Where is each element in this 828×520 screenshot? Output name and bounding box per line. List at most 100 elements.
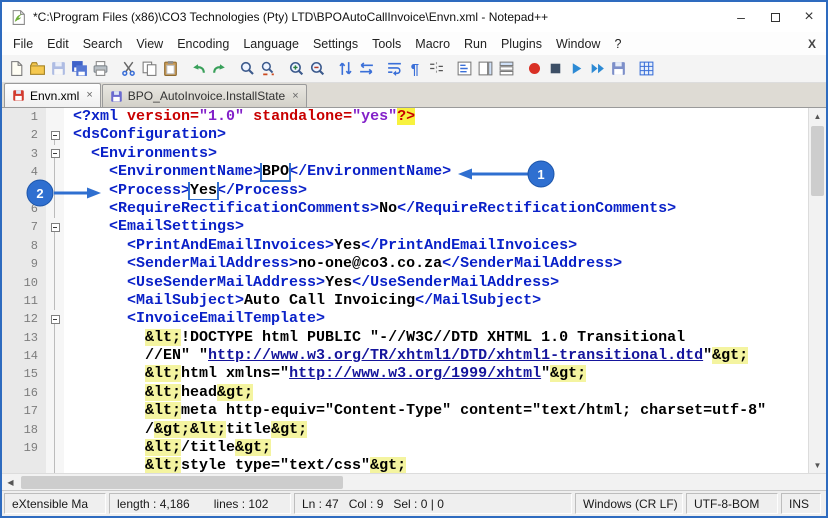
document-map-icon[interactable] bbox=[475, 58, 496, 79]
code-line[interactable]: 16 &lt;head&gt; bbox=[2, 384, 808, 402]
maximize-icon bbox=[771, 13, 780, 22]
fold-collapse-icon[interactable] bbox=[51, 315, 60, 324]
code-line[interactable]: 17 &lt;meta http-equiv="Content-Type" co… bbox=[2, 402, 808, 420]
menu-tools[interactable]: Tools bbox=[365, 34, 408, 54]
zoom-out-icon[interactable] bbox=[307, 58, 328, 79]
horizontal-scrollbar[interactable]: ◀ bbox=[2, 474, 809, 490]
save-macro-icon[interactable] bbox=[608, 58, 629, 79]
code-line[interactable]: 9 <SenderMailAddress>no-one@co3.co.za</S… bbox=[2, 255, 808, 273]
code-line[interactable]: 3 <Environments> bbox=[2, 145, 808, 163]
run-macro-multiple-icon[interactable] bbox=[587, 58, 608, 79]
zoom-in-icon[interactable] bbox=[286, 58, 307, 79]
menu-language[interactable]: Language bbox=[236, 34, 306, 54]
fold-line bbox=[54, 163, 55, 181]
code-line[interactable]: 2<dsConfiguration> bbox=[2, 126, 808, 144]
menu-help[interactable]: ? bbox=[607, 34, 628, 54]
document-list-icon[interactable] bbox=[496, 58, 517, 79]
print-icon[interactable] bbox=[90, 58, 111, 79]
code-line[interactable]: 5 <Process>Yes</Process> bbox=[2, 182, 808, 200]
fold-collapse-icon[interactable] bbox=[51, 223, 60, 232]
menu-plugins[interactable]: Plugins bbox=[494, 34, 549, 54]
toolbar: ¶ bbox=[2, 55, 826, 83]
scroll-down-icon[interactable]: ▼ bbox=[809, 457, 826, 473]
code-line[interactable]: 1<?xml version="1.0" standalone="yes"?> bbox=[2, 108, 808, 126]
paste-icon[interactable] bbox=[160, 58, 181, 79]
menu-window[interactable]: Window bbox=[549, 34, 607, 54]
horizontal-scroll-thumb[interactable] bbox=[21, 476, 343, 489]
menu-view[interactable]: View bbox=[129, 34, 170, 54]
code-line[interactable]: 19 &lt;/title&gt; bbox=[2, 439, 808, 457]
function-list-icon[interactable] bbox=[454, 58, 475, 79]
scroll-up-icon[interactable]: ▲ bbox=[809, 108, 826, 124]
menu-edit[interactable]: Edit bbox=[40, 34, 76, 54]
menu-run[interactable]: Run bbox=[457, 34, 494, 54]
tab-label: BPO_AutoInvoice.InstallState bbox=[128, 89, 285, 103]
code-line[interactable]: 14 //EN" "http://www.w3.org/TR/xhtml1/DT… bbox=[2, 347, 808, 365]
find-icon[interactable] bbox=[237, 58, 258, 79]
code-line[interactable]: 6 <RequireRectificationComments>No</Requ… bbox=[2, 200, 808, 218]
tab-envn-xml[interactable]: Envn.xml × bbox=[4, 83, 101, 107]
status-insert-mode[interactable]: INS bbox=[781, 493, 821, 514]
save-icon[interactable] bbox=[48, 58, 69, 79]
code-line[interactable]: &lt;style type="text/css"&gt; bbox=[2, 457, 808, 473]
line-number: 9 bbox=[2, 255, 46, 273]
code-line[interactable]: 12 <InvoiceEmailTemplate> bbox=[2, 310, 808, 328]
tab-bpo-autoinvoice-installstate[interactable]: BPO_AutoInvoice.InstallState × bbox=[102, 84, 307, 107]
code-line[interactable]: 13 &lt;!DOCTYPE html PUBLIC "-//W3C//DTD… bbox=[2, 329, 808, 347]
code-line[interactable]: 10 <UseSenderMailAddress>Yes</UseSenderM… bbox=[2, 274, 808, 292]
redo-icon[interactable] bbox=[209, 58, 230, 79]
undo-icon[interactable] bbox=[188, 58, 209, 79]
vertical-scroll-thumb[interactable] bbox=[811, 126, 824, 196]
fold-collapse-icon[interactable] bbox=[51, 131, 60, 140]
open-file-icon[interactable] bbox=[27, 58, 48, 79]
code-line[interactable]: 11 <MailSubject>Auto Call Invoicing</Mai… bbox=[2, 292, 808, 310]
record-macro-icon[interactable] bbox=[524, 58, 545, 79]
title-bar[interactable]: *C:\Program Files (x86)\CO3 Technologies… bbox=[2, 2, 826, 32]
copy-icon[interactable] bbox=[139, 58, 160, 79]
tab-close-icon[interactable]: × bbox=[292, 91, 298, 102]
menu-macro[interactable]: Macro bbox=[408, 34, 457, 54]
menu-settings[interactable]: Settings bbox=[306, 34, 365, 54]
fold-margin[interactable] bbox=[46, 218, 64, 236]
indent-guide-icon[interactable] bbox=[426, 58, 447, 79]
new-file-icon[interactable] bbox=[6, 58, 27, 79]
editor-lines[interactable]: 1<?xml version="1.0" standalone="yes"?>2… bbox=[2, 108, 808, 473]
code-text: <PrintAndEmailInvoices>Yes</PrintAndEmai… bbox=[64, 237, 808, 255]
line-number: 7 bbox=[2, 218, 46, 236]
tab-close-icon[interactable]: × bbox=[86, 90, 92, 101]
tab-label: Envn.xml bbox=[30, 89, 79, 103]
code-line[interactable]: 4 <EnvironmentName>BPO</EnvironmentName> bbox=[2, 163, 808, 181]
code-line[interactable]: 15 &lt;html xmlns="http://www.w3.org/199… bbox=[2, 365, 808, 383]
show-all-characters-icon[interactable]: ¶ bbox=[405, 58, 426, 79]
sync-horizontal-scroll-icon[interactable] bbox=[356, 58, 377, 79]
menu-file[interactable]: File bbox=[6, 34, 40, 54]
play-macro-icon[interactable] bbox=[566, 58, 587, 79]
menu-encoding[interactable]: Encoding bbox=[170, 34, 236, 54]
scroll-left-icon[interactable]: ◀ bbox=[2, 474, 19, 490]
code-line[interactable]: 18 /&gt;&lt;title&gt; bbox=[2, 421, 808, 439]
word-wrap-icon[interactable] bbox=[384, 58, 405, 79]
fold-collapse-icon[interactable] bbox=[51, 149, 60, 158]
sync-vertical-scroll-icon[interactable] bbox=[335, 58, 356, 79]
replace-icon[interactable] bbox=[258, 58, 279, 79]
cut-icon[interactable] bbox=[118, 58, 139, 79]
vertical-scrollbar[interactable]: ▲ ▼ bbox=[808, 108, 826, 473]
toolbar-icons: ¶ bbox=[6, 58, 657, 79]
code-text: <MailSubject>Auto Call Invoicing</MailSu… bbox=[64, 292, 808, 310]
maximize-button[interactable] bbox=[758, 2, 792, 32]
status-eol-format[interactable]: Windows (CR LF) bbox=[575, 493, 683, 514]
fold-margin[interactable] bbox=[46, 126, 64, 144]
save-all-icon[interactable] bbox=[69, 58, 90, 79]
stop-macro-icon[interactable] bbox=[545, 58, 566, 79]
doc-monitor-icon[interactable] bbox=[636, 58, 657, 79]
close-button[interactable]: × bbox=[792, 2, 826, 32]
fold-margin[interactable] bbox=[46, 145, 64, 163]
code-line[interactable]: 7 <EmailSettings> bbox=[2, 218, 808, 236]
status-encoding[interactable]: UTF-8-BOM bbox=[686, 493, 778, 514]
code-line[interactable]: 8 <PrintAndEmailInvoices>Yes</PrintAndEm… bbox=[2, 237, 808, 255]
menu-search[interactable]: Search bbox=[76, 34, 130, 54]
fold-margin[interactable] bbox=[46, 310, 64, 328]
minimize-button[interactable]: – bbox=[724, 2, 758, 32]
menu-close-doc-button[interactable]: X bbox=[808, 37, 816, 51]
line-number: 8 bbox=[2, 237, 46, 255]
